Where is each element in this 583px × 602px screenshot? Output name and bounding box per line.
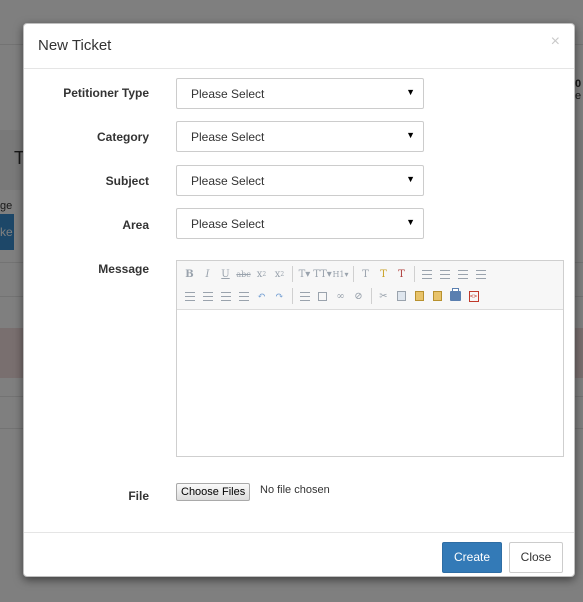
toolbar-separator [414, 266, 415, 282]
caret-down-icon: ▼ [406, 87, 415, 97]
align-center-icon[interactable] [199, 287, 216, 305]
modal-title: New Ticket [38, 37, 112, 54]
underline-icon[interactable]: U [217, 265, 234, 283]
toolbar-row: ↶ ↷ ∞ ⊘ ✂ <> [181, 286, 483, 306]
paste-icon[interactable] [411, 287, 428, 305]
message-content-area[interactable] [177, 310, 563, 456]
toolbar-separator [292, 288, 293, 304]
area-select[interactable]: Please Select ▼ [176, 208, 424, 239]
subscript-icon[interactable]: x2 [253, 265, 270, 283]
caret-down-icon: ▼ [406, 174, 415, 184]
superscript-icon[interactable]: x2 [271, 265, 288, 283]
file-status: No file chosen [260, 484, 330, 496]
toolbar-separator [292, 266, 293, 282]
toolbar-row: B I U abc x2 x2 T▾ TT▾ H1▾ T T T [181, 264, 490, 284]
petitioner-type-value: Please Select [191, 87, 265, 101]
horizontal-rule-icon[interactable] [296, 287, 313, 305]
text-height-icon[interactable]: TT▾ [313, 265, 332, 283]
message-editor: B I U abc x2 x2 T▾ TT▾ H1▾ T T T ↶ ↷ ∞ ⊘… [176, 260, 564, 457]
area-value: Please Select [191, 217, 265, 231]
indent-icon[interactable] [454, 265, 471, 283]
message-label: Message [98, 262, 149, 276]
modal-footer: Create Close [24, 532, 574, 577]
petitioner-type-label: Petitioner Type [63, 86, 149, 100]
choose-files-button[interactable]: Choose Files [176, 483, 251, 501]
toolbar-separator [353, 266, 354, 282]
redo-icon[interactable]: ↷ [271, 287, 288, 305]
image-icon[interactable] [314, 287, 331, 305]
font-size-icon[interactable]: T▾ [296, 265, 313, 283]
close-button[interactable]: Close [509, 542, 563, 573]
toolbar-separator [371, 288, 372, 304]
remove-format-icon[interactable]: T [393, 265, 410, 283]
link-icon[interactable]: ∞ [332, 287, 349, 305]
editor-toolbar: B I U abc x2 x2 T▾ TT▾ H1▾ T T T ↶ ↷ ∞ ⊘… [177, 261, 563, 310]
align-right-icon[interactable] [217, 287, 234, 305]
bold-icon[interactable]: B [181, 265, 198, 283]
subject-select[interactable]: Please Select ▼ [176, 165, 424, 196]
subject-label: Subject [105, 174, 149, 188]
caret-down-icon: ▼ [406, 130, 415, 140]
modal-header: New Ticket × [24, 24, 574, 69]
heading-icon[interactable]: H1▾ [332, 265, 349, 283]
italic-icon[interactable]: I [199, 265, 216, 283]
close-icon[interactable]: × [551, 33, 560, 51]
numbered-list-icon[interactable] [436, 265, 453, 283]
petitioner-type-select[interactable]: Please Select ▼ [176, 78, 424, 109]
paste-text-icon[interactable] [429, 287, 446, 305]
copy-icon[interactable] [393, 287, 410, 305]
category-label: Category [96, 130, 149, 144]
highlight-icon[interactable]: T [375, 265, 392, 283]
clean-format-icon[interactable]: T [357, 265, 374, 283]
align-left-icon[interactable] [181, 287, 198, 305]
area-label: Area [122, 218, 149, 232]
source-icon[interactable]: <> [465, 287, 482, 305]
category-select[interactable]: Please Select ▼ [176, 121, 424, 152]
bulleted-list-icon[interactable] [418, 265, 435, 283]
print-icon[interactable] [447, 287, 464, 305]
category-value: Please Select [191, 130, 265, 144]
file-label: File [128, 489, 149, 503]
outdent-icon[interactable] [472, 265, 489, 283]
unlink-icon[interactable]: ⊘ [350, 287, 367, 305]
strikethrough-icon[interactable]: abc [235, 265, 252, 283]
caret-down-icon: ▼ [406, 217, 415, 227]
create-button[interactable]: Create [442, 542, 502, 573]
undo-icon[interactable]: ↶ [253, 287, 270, 305]
cut-icon[interactable]: ✂ [375, 287, 392, 305]
justify-icon[interactable] [235, 287, 252, 305]
new-ticket-modal: New Ticket × Petitioner Type Please Sele… [23, 23, 575, 577]
subject-value: Please Select [191, 174, 265, 188]
